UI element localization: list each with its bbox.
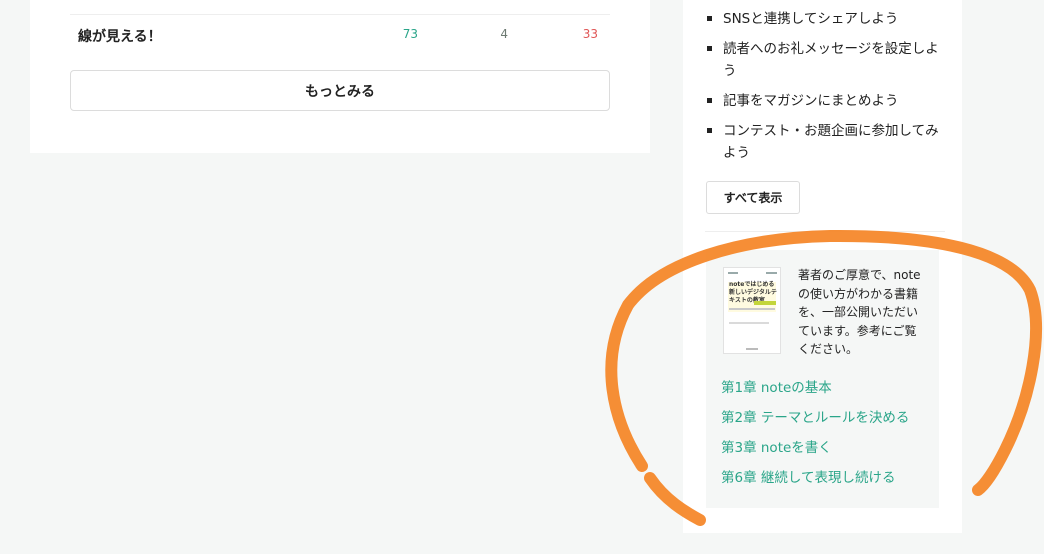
chapter-link[interactable]: 第6章 継続して表現し続ける [721, 468, 936, 488]
bullet-icon [707, 128, 712, 133]
article-stats-card: 線が見える！ 73 4 33 もっとみる [30, 0, 650, 153]
cover-line [729, 308, 775, 310]
book-cover-image[interactable]: noteではじめる新しいデジタルテキストの教室 [723, 267, 781, 354]
article-title[interactable]: 線が見える！ [78, 26, 162, 46]
tip-label: 記事をマガジンにまとめよう [723, 93, 899, 109]
bullet-icon [707, 46, 712, 51]
tips-list: SNSと連携してシェアしよう 読者へのお礼メッセージを設定しよう 記事をマガジン… [705, 8, 950, 172]
cover-logo [728, 272, 738, 274]
table-row[interactable]: 線が見える！ 73 4 33 [70, 15, 610, 55]
book-promo: noteではじめる新しいデジタルテキストの教室 著者のご厚意で、noteの使い方… [706, 250, 939, 508]
sidebar-card: SNSと連携してシェアしよう 読者へのお礼メッセージを設定しよう 記事をマガジン… [683, 0, 962, 533]
comment-count: 4 [500, 27, 508, 41]
bullet-icon [707, 98, 712, 103]
chapter-link[interactable]: 第1章 noteの基本 [721, 378, 936, 398]
list-item[interactable]: コンテスト・お題企画に参加してみよう [705, 120, 950, 164]
list-item[interactable]: 記事をマガジンにまとめよう [705, 90, 950, 112]
page: 線が見える！ 73 4 33 もっとみる SNSと連携してシェアしよう 読者への… [0, 0, 1044, 554]
cover-footer [746, 348, 758, 350]
tip-label: 読者へのお礼メッセージを設定しよう [723, 41, 939, 79]
divider [705, 231, 945, 232]
cover-publisher [766, 272, 777, 274]
list-item[interactable]: SNSと連携してシェアしよう [705, 8, 950, 30]
like-count: 33 [582, 27, 598, 41]
chapter-link[interactable]: 第2章 テーマとルールを決める [721, 408, 936, 428]
list-item[interactable]: 読者へのお礼メッセージを設定しよう [705, 38, 950, 82]
show-all-button[interactable]: すべて表示 [706, 181, 800, 214]
book-description: 著者のご厚意で、noteの使い方がわかる書籍を、一部公開いただいています。参考に… [798, 268, 921, 356]
cover-line [729, 322, 769, 324]
bullet-icon [707, 16, 712, 21]
chapter-links: 第1章 noteの基本 第2章 テーマとルールを決める 第3章 noteを書く … [721, 378, 936, 498]
chapter-link[interactable]: 第3章 noteを書く [721, 438, 936, 458]
tip-label: コンテスト・お題企画に参加してみよう [723, 123, 939, 161]
show-more-button[interactable]: もっとみる [70, 70, 610, 111]
cover-accent [754, 301, 776, 305]
tip-label: SNSと連携してシェアしよう [723, 11, 899, 27]
view-count: 73 [402, 27, 418, 41]
